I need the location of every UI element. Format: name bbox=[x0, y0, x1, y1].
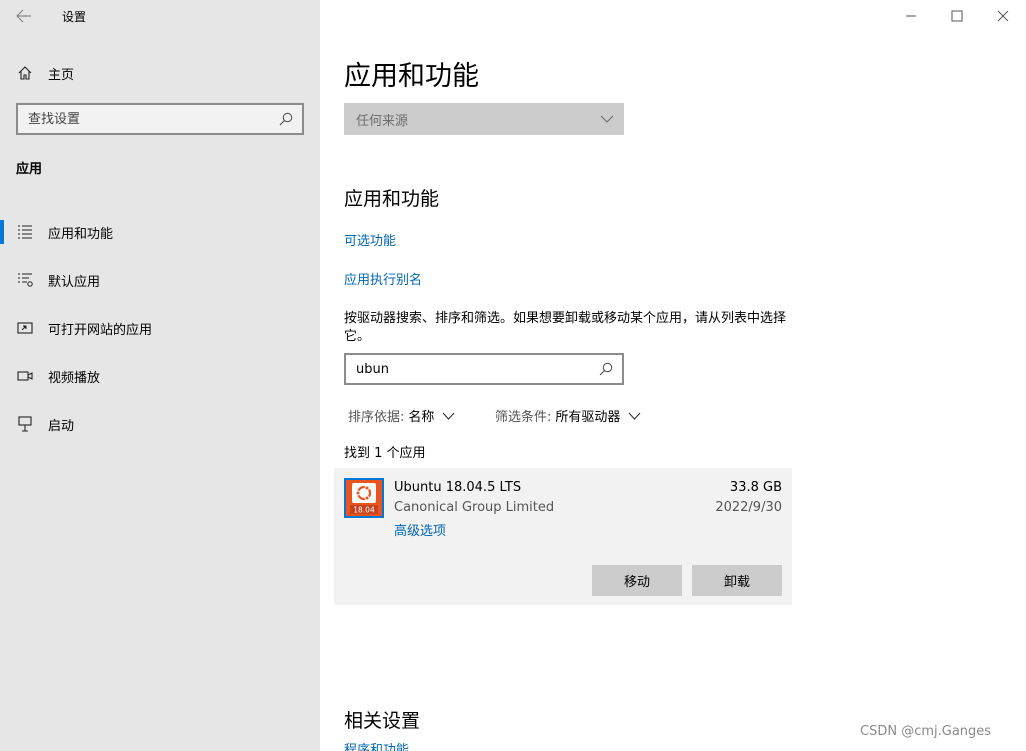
sidebar-section-title: 应用 bbox=[16, 162, 43, 177]
settings-search-box[interactable] bbox=[16, 103, 304, 135]
sidebar-item-label: 应用和功能 bbox=[48, 226, 114, 242]
settings-search-input[interactable] bbox=[28, 111, 278, 127]
move-button[interactable]: 移动 bbox=[592, 565, 682, 596]
chevron-down-icon bbox=[628, 412, 641, 420]
advanced-options-link[interactable]: 高级选项 bbox=[394, 520, 446, 539]
page-title: 应用和功能 bbox=[344, 61, 479, 92]
search-icon[interactable] bbox=[278, 111, 294, 127]
minimize-button[interactable] bbox=[888, 0, 934, 32]
watermark: CSDN @cmj.Ganges bbox=[860, 724, 992, 739]
apps-for-websites-icon bbox=[16, 319, 34, 337]
ubuntu-app-icon: 18.04 bbox=[344, 478, 384, 518]
app-install-date: 2022/9/30 bbox=[715, 500, 782, 515]
startup-icon bbox=[16, 415, 34, 433]
apps-features-icon bbox=[16, 223, 34, 241]
sidebar-item-video-playback[interactable]: 视频播放 bbox=[0, 352, 320, 400]
app-source-dropdown[interactable]: 任何来源 bbox=[344, 103, 624, 135]
minimize-icon bbox=[906, 15, 916, 17]
optional-features-link[interactable]: 可选功能 bbox=[344, 230, 396, 249]
home-icon bbox=[16, 64, 34, 82]
sidebar-item-label: 默认应用 bbox=[48, 274, 101, 290]
sidebar-item-label: 启动 bbox=[48, 418, 75, 434]
app-size: 33.8 GB bbox=[729, 480, 782, 495]
related-settings-title: 相关设置 bbox=[344, 710, 421, 732]
close-icon bbox=[997, 10, 1009, 22]
home-nav-item[interactable]: 主页 bbox=[16, 62, 74, 84]
programs-and-features-link[interactable]: 程序和功能 bbox=[344, 739, 409, 751]
sort-label: 排序依据: bbox=[348, 410, 405, 425]
filter-by-dropdown[interactable]: 筛选条件: 所有驱动器 bbox=[495, 406, 641, 425]
chevron-down-icon bbox=[600, 115, 614, 123]
sidebar-item-apps-features[interactable]: 应用和功能 bbox=[0, 208, 320, 256]
close-button[interactable] bbox=[980, 0, 1026, 32]
app-icon-badge: 18.04 bbox=[353, 506, 375, 515]
maximize-button[interactable] bbox=[934, 0, 980, 32]
sort-by-dropdown[interactable]: 排序依据: 名称 bbox=[348, 406, 455, 425]
app-list-item[interactable]: 18.04 Ubuntu 18.04.5 LTS Canonical Group… bbox=[334, 468, 792, 605]
home-label: 主页 bbox=[48, 67, 75, 83]
filter-label: 筛选条件: bbox=[495, 410, 552, 425]
window-title: 设置 bbox=[62, 10, 87, 24]
sidebar-nav: 应用和功能 默认应用 可打开网站的应用 视频播放 启动 bbox=[0, 208, 320, 448]
sidebar: 设置 主页 应用 应用和功能 默认应用 可打开网 bbox=[0, 0, 320, 751]
uninstall-button[interactable]: 卸载 bbox=[692, 565, 782, 596]
filter-value: 所有驱动器 bbox=[555, 410, 621, 425]
found-count-text: 找到 1 个应用 bbox=[344, 446, 426, 461]
sidebar-item-label: 视频播放 bbox=[48, 370, 101, 386]
search-icon[interactable] bbox=[598, 361, 614, 377]
app-search-input[interactable] bbox=[356, 361, 598, 377]
back-button[interactable] bbox=[10, 4, 38, 28]
app-search-box[interactable] bbox=[344, 353, 624, 385]
video-playback-icon bbox=[16, 367, 34, 385]
app-source-value: 任何来源 bbox=[356, 113, 409, 129]
sidebar-item-startup[interactable]: 启动 bbox=[0, 400, 320, 448]
app-execution-aliases-link[interactable]: 应用执行别名 bbox=[344, 269, 422, 288]
sort-value: 名称 bbox=[408, 410, 435, 425]
back-arrow-icon bbox=[16, 9, 31, 23]
app-publisher: Canonical Group Limited bbox=[394, 500, 555, 515]
sidebar-item-default-apps[interactable]: 默认应用 bbox=[0, 256, 320, 304]
app-name: Ubuntu 18.04.5 LTS bbox=[394, 480, 522, 495]
section-title: 应用和功能 bbox=[344, 188, 440, 210]
sidebar-item-apps-for-websites[interactable]: 可打开网站的应用 bbox=[0, 304, 320, 352]
default-apps-icon bbox=[16, 271, 34, 289]
chevron-down-icon bbox=[442, 412, 455, 420]
description-text: 按驱动器搜索、排序和筛选。如果想要卸载或移动某个应用，请从列表中选择它。 bbox=[344, 311, 787, 344]
sidebar-item-label: 可打开网站的应用 bbox=[48, 322, 153, 338]
maximize-icon bbox=[951, 10, 963, 22]
